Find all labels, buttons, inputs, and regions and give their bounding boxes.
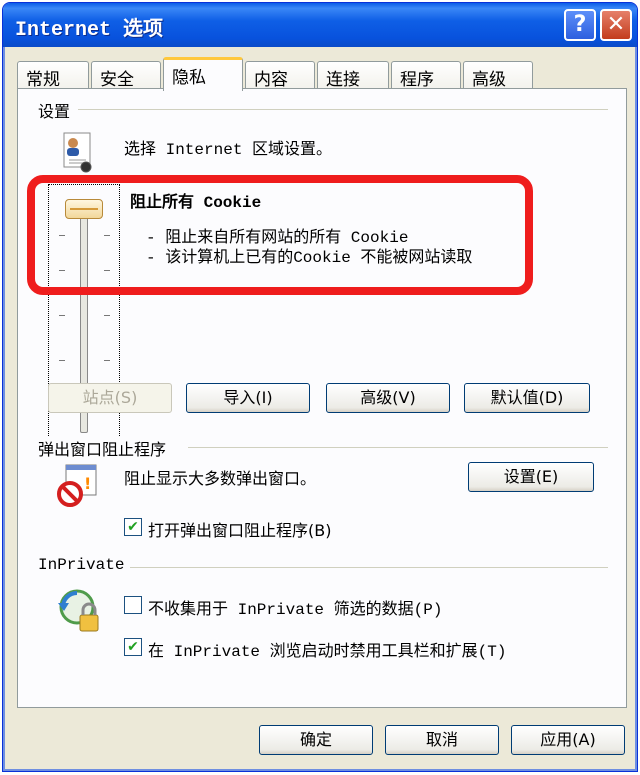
tab-connections[interactable]: 连接 [317,61,389,90]
cancel-button[interactable]: 取消 [385,725,499,755]
settings-group-line [78,109,608,110]
default-button[interactable]: 默认值(D) [464,383,590,413]
window-title: Internet 选项 [15,19,164,42]
import-button[interactable]: 导入(I) [186,383,310,413]
red-highlight-annotation [27,175,533,295]
close-button[interactable]: ✕ [600,9,632,41]
tab-general[interactable]: 常规 [17,61,89,90]
popup-group-line [188,447,608,448]
slider-tick [59,315,65,316]
zone-text: 选择 Internet 区域设置。 [124,141,333,159]
popup-group-label: 弹出窗口阻止程序 [38,436,173,460]
help-button[interactable]: ? [564,9,596,41]
ok-button[interactable]: 确定 [259,725,373,755]
popup-settings-button[interactable]: 设置(E) [468,462,594,492]
advanced-button[interactable]: 高级(V) [326,383,450,413]
inprivate-group-line [128,567,608,568]
tab-content[interactable]: 内容 [245,61,315,90]
popup-blocker-label[interactable]: 打开弹出窗口阻止程序(B) [148,517,331,541]
apply-button[interactable]: 应用(A) [511,725,625,755]
settings-group-label: 设置 [38,98,77,122]
inprivate-filter-label[interactable]: 不收集用于 InPrivate 筛选的数据(P) [148,595,442,619]
privacy-document-icon [63,132,92,173]
tab-programs[interactable]: 程序 [391,61,461,90]
internet-options-dialog: Internet 选项 ? ✕ 常规 安全 隐私 内容 连接 程序 高级 设置 … [2,2,638,772]
slider-tick [59,360,65,361]
inprivate-toolbar-label[interactable]: 在 InPrivate 浏览启动时禁用工具栏和扩展(T) [148,637,506,661]
inprivate-group-label: InPrivate [38,556,131,574]
popup-blocker-icon: ! [57,464,97,507]
inprivate-filter-checkbox[interactable] [124,596,142,614]
tab-advanced[interactable]: 高级 [463,61,533,90]
popup-desc: 阻止显示大多数弹出窗口。 [124,469,317,488]
slider-tick [104,315,110,316]
inprivate-lock-icon [58,589,99,632]
svg-text:!: ! [84,474,91,493]
slider-tick [104,360,110,361]
title-bar: Internet 选项 ? ✕ [3,3,637,47]
inprivate-toolbar-checkbox[interactable]: ✔ [124,638,142,656]
tab-security[interactable]: 安全 [91,61,161,90]
popup-blocker-checkbox[interactable]: ✔ [124,518,142,536]
tab-privacy[interactable]: 隐私 [163,57,243,91]
tab-strip: 常规 安全 隐私 内容 连接 程序 高级 [17,57,627,91]
sites-button: 站点(S) [48,383,172,413]
